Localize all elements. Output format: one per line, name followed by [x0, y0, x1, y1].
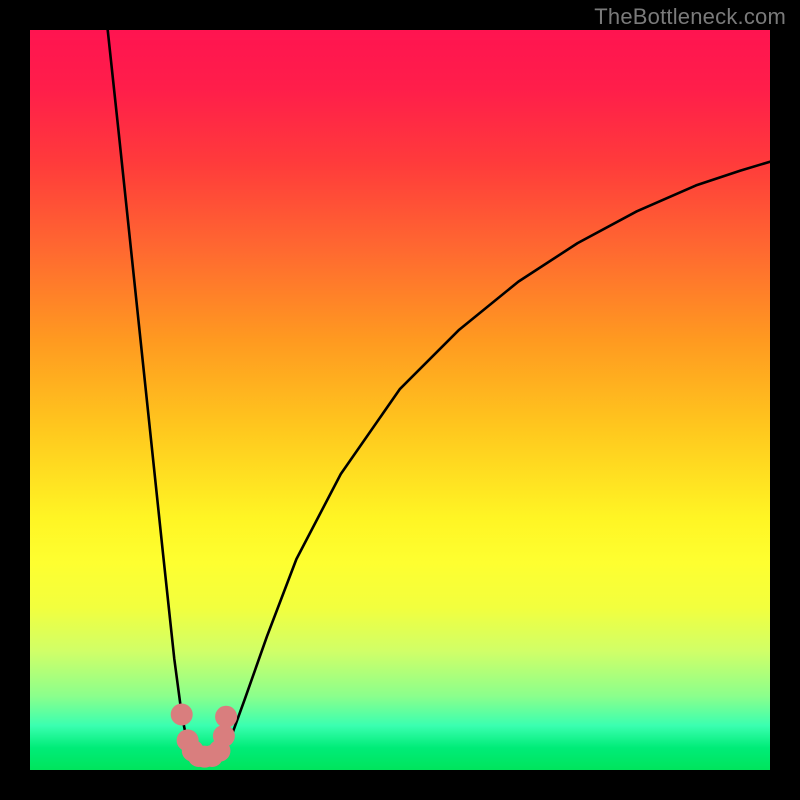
watermark-label: TheBottleneck.com [594, 4, 786, 30]
chart-curve-right-branch [219, 162, 770, 757]
chart-plot-area [30, 30, 770, 770]
chart-marker [215, 706, 237, 728]
chart-curve-left-branch [108, 30, 199, 757]
chart-frame: TheBottleneck.com [0, 0, 800, 800]
chart-marker [213, 725, 235, 747]
chart-marker [171, 704, 193, 726]
chart-svg [30, 30, 770, 770]
